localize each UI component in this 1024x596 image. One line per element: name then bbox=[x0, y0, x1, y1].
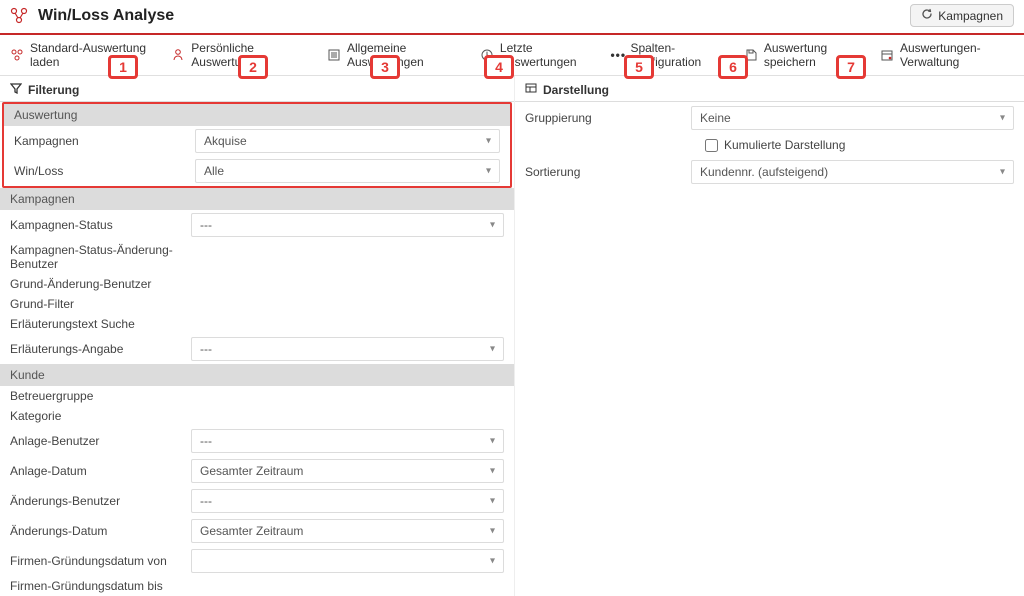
app-logo-icon bbox=[8, 7, 30, 25]
kampagnen-status-select[interactable]: --- bbox=[191, 213, 504, 237]
field-label: Erläuterungstext Suche bbox=[10, 317, 185, 331]
field-label: Grund-Filter bbox=[10, 297, 185, 311]
field-row: Kampagnen Akquise bbox=[4, 126, 510, 156]
filter-panel-title: Filterung bbox=[28, 83, 79, 97]
kampagnen-select[interactable]: Akquise bbox=[195, 129, 500, 153]
field-label: Änderungs-Datum bbox=[10, 524, 185, 538]
darstellung-panel-title: Darstellung bbox=[543, 83, 609, 97]
section-auswertung: Auswertung bbox=[4, 104, 510, 126]
layout-icon bbox=[525, 82, 537, 97]
refresh-icon bbox=[921, 8, 933, 23]
winloss-select[interactable]: Alle bbox=[195, 159, 500, 183]
field-label: Firmen-Gründungsdatum bis bbox=[10, 579, 185, 593]
toolbar: Standard-Auswertung laden Persönliche Au… bbox=[0, 35, 1024, 76]
annotation-badge-1: 1 bbox=[108, 55, 138, 79]
manage-icon bbox=[880, 48, 894, 62]
anlage-benutzer-select[interactable]: --- bbox=[191, 429, 504, 453]
content-columns: Filterung Auswertung Kampagnen Akquise W… bbox=[0, 76, 1024, 596]
field-label: Kampagnen-Status-Änderung-Benutzer bbox=[10, 243, 185, 271]
gruppierung-label: Gruppierung bbox=[525, 111, 685, 125]
toolbar-item-label: Allgemeine Auswertungen bbox=[347, 41, 460, 69]
field-label: Win/Loss bbox=[14, 164, 189, 178]
darstellung-panel: Darstellung Gruppierung Keine Kumulierte… bbox=[515, 76, 1024, 596]
annotation-badge-4: 4 bbox=[484, 55, 514, 79]
section-kunde: Kunde bbox=[0, 364, 514, 386]
annotation-badge-3: 3 bbox=[370, 55, 400, 79]
gruendung-von-select[interactable] bbox=[191, 549, 504, 573]
person-icon bbox=[171, 48, 185, 62]
kumulierte-label: Kumulierte Darstellung bbox=[724, 138, 845, 152]
field-label: Kampagnen bbox=[14, 134, 189, 148]
field-row: Win/Loss Alle bbox=[4, 156, 510, 186]
field-label: Erläuterungs-Angabe bbox=[10, 342, 185, 356]
aenderungs-benutzer-select[interactable]: --- bbox=[191, 489, 504, 513]
dots-icon: ••• bbox=[610, 48, 624, 62]
field-label: Kategorie bbox=[10, 409, 185, 423]
annotation-badge-2: 2 bbox=[238, 55, 268, 79]
aenderungs-datum-select[interactable]: Gesamter Zeitraum bbox=[191, 519, 504, 543]
filter-panel: Filterung Auswertung Kampagnen Akquise W… bbox=[0, 76, 515, 596]
section-kampagnen: Kampagnen bbox=[0, 188, 514, 210]
field-label: Anlage-Benutzer bbox=[10, 434, 185, 448]
kampagnen-button-label: Kampagnen bbox=[938, 9, 1003, 23]
auswertung-highlight: Auswertung Kampagnen Akquise Win/Loss Al… bbox=[2, 102, 512, 188]
kumulierte-checkbox[interactable] bbox=[705, 139, 718, 152]
load-icon bbox=[10, 48, 24, 62]
darstellung-panel-header: Darstellung bbox=[515, 76, 1024, 102]
filter-icon bbox=[10, 82, 22, 97]
field-label: Kampagnen-Status bbox=[10, 218, 185, 232]
anlage-datum-select[interactable]: Gesamter Zeitraum bbox=[191, 459, 504, 483]
kampagnen-button[interactable]: Kampagnen bbox=[910, 4, 1014, 27]
field-label: Anlage-Datum bbox=[10, 464, 185, 478]
annotation-badge-5: 5 bbox=[624, 55, 654, 79]
header-bar: Win/Loss Analyse Kampagnen bbox=[0, 0, 1024, 35]
erlaeuterungs-angabe-select[interactable]: --- bbox=[191, 337, 504, 361]
toolbar-manage[interactable]: Auswertungen-Verwaltung bbox=[880, 41, 1014, 69]
field-label: Betreuergruppe bbox=[10, 389, 185, 403]
page-title: Win/Loss Analyse bbox=[38, 7, 174, 25]
annotation-badge-7: 7 bbox=[836, 55, 866, 79]
field-label: Grund-Änderung-Benutzer bbox=[10, 277, 185, 291]
field-label: Firmen-Gründungsdatum von bbox=[10, 554, 185, 568]
sortierung-select[interactable]: Kundennr. (aufsteigend) bbox=[691, 160, 1014, 184]
toolbar-item-label: Auswertungen-Verwaltung bbox=[900, 41, 1014, 69]
annotation-badge-6: 6 bbox=[718, 55, 748, 79]
gruppierung-select[interactable]: Keine bbox=[691, 106, 1014, 130]
sortierung-label: Sortierung bbox=[525, 165, 685, 179]
filter-panel-header: Filterung bbox=[0, 76, 514, 102]
list-icon bbox=[327, 48, 341, 62]
